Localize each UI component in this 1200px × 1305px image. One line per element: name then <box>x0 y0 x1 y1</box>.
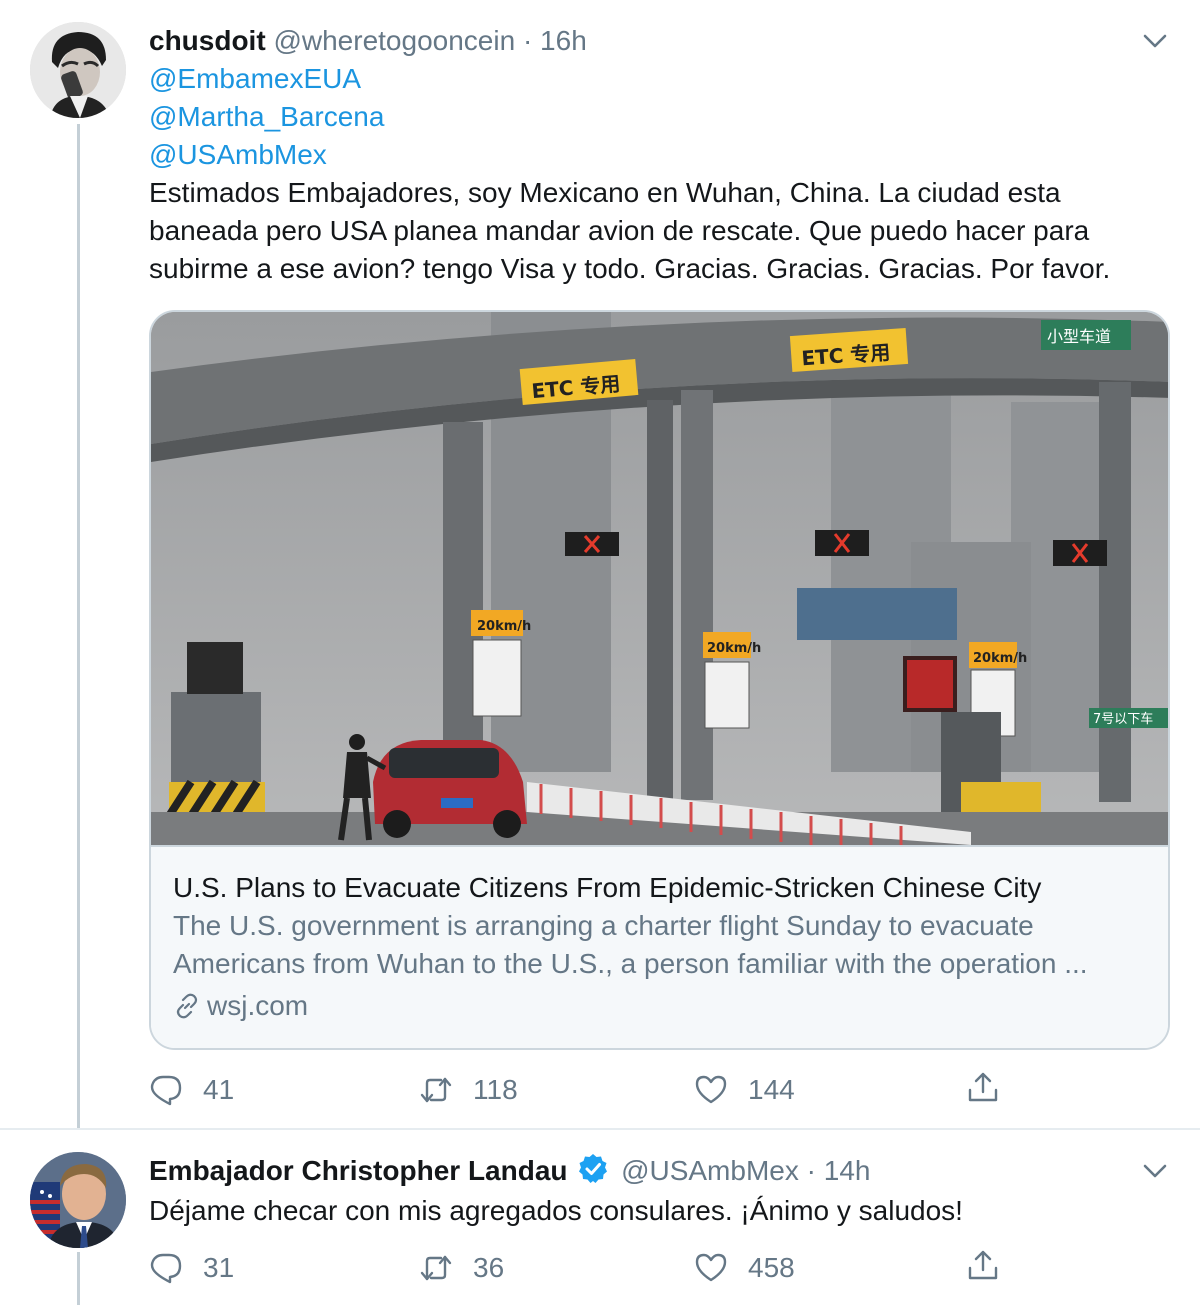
tweet-text: Déjame checar con mis agregados consular… <box>149 1195 963 1226</box>
lane-type-sign: 小型车道 <box>1047 327 1111 346</box>
share-icon <box>968 1072 998 1102</box>
tweet-chusdoit[interactable]: chusdoit @wheretogooncein · 16h @Embamex… <box>0 0 1200 1128</box>
verified-badge-icon <box>579 1154 608 1183</box>
heart-icon <box>695 1253 727 1282</box>
tweet-header: Embajador Christopher Landau @USAmbMex ·… <box>149 1152 870 1190</box>
tweet-text: Estimados Embajadores, soy Mexicano en W… <box>149 177 1111 284</box>
like-button[interactable]: 458 <box>694 1248 795 1288</box>
tweet-header: chusdoit @wheretogooncein · 16h <box>149 22 587 60</box>
reply-icon <box>150 1075 182 1106</box>
card-image[interactable]: ETC 专用 ETC 专用 小型车道 20km/h 20km/h 20km/h … <box>151 312 1168 845</box>
tweet-actions: 41 118 144 <box>149 1070 1029 1110</box>
retweet-button[interactable]: 118 <box>419 1070 518 1110</box>
chevron-down-icon[interactable] <box>1140 26 1170 56</box>
toll-plaza-photo: ETC 专用 ETC 专用 小型车道 20km/h 20km/h 20km/h … <box>151 312 1168 845</box>
tweet-landau[interactable]: Embajador Christopher Landau @USAmbMex ·… <box>0 1128 1200 1305</box>
retweet-icon <box>420 1255 452 1281</box>
mention-link[interactable]: @Martha_Barcena <box>149 98 384 136</box>
card-title[interactable]: U.S. Plans to Evacuate Citizens From Epi… <box>173 869 1146 907</box>
retweet-icon <box>420 1077 452 1103</box>
mention-link[interactable]: @USAmbMex <box>149 136 384 174</box>
reply-button[interactable]: 31 <box>149 1248 234 1288</box>
retweet-count: 36 <box>473 1252 505 1283</box>
share-icon <box>968 1250 998 1280</box>
chevron-down-icon[interactable] <box>1140 1156 1170 1186</box>
display-name[interactable]: Embajador Christopher Landau <box>149 1155 568 1186</box>
mention-link[interactable]: @EmbamexEUA <box>149 60 384 98</box>
avatar-photo-icon <box>30 22 126 118</box>
timestamp[interactable]: 16h <box>540 25 587 56</box>
reply-button[interactable]: 41 <box>149 1070 234 1110</box>
avatar[interactable] <box>30 1152 126 1248</box>
speed-sign: 20km/h <box>973 651 1027 666</box>
card-body[interactable]: U.S. Plans to Evacuate Citizens From Epi… <box>151 845 1168 1048</box>
reply-icon <box>150 1253 182 1284</box>
reply-count: 41 <box>203 1074 235 1105</box>
user-handle[interactable]: @USAmbMex <box>621 1155 799 1186</box>
share-button[interactable] <box>966 1070 1000 1104</box>
link-icon <box>176 993 198 1019</box>
separator-dot: · <box>806 1155 816 1186</box>
link-card[interactable]: ETC 专用 ETC 专用 小型车道 20km/h 20km/h 20km/h … <box>149 310 1170 1050</box>
speed-sign: 20km/h <box>707 641 761 656</box>
reply-count: 31 <box>203 1252 235 1283</box>
card-domain-text[interactable]: wsj.com <box>207 987 308 1025</box>
lane-sign: 7号以下车 <box>1093 711 1153 727</box>
separator-dot: · <box>522 25 533 56</box>
tweet-actions: 31 36 458 <box>149 1248 1029 1288</box>
display-name[interactable]: chusdoit <box>149 25 266 56</box>
like-button[interactable]: 144 <box>694 1070 795 1110</box>
like-count: 144 <box>748 1074 795 1105</box>
like-count: 458 <box>748 1252 795 1283</box>
share-button[interactable] <box>966 1248 1000 1282</box>
retweet-count: 118 <box>473 1074 518 1105</box>
avatar[interactable] <box>30 22 126 118</box>
avatar-photo-icon <box>30 1152 126 1248</box>
card-description: The U.S. government is arranging a chart… <box>173 910 1088 979</box>
timestamp[interactable]: 14h <box>824 1155 871 1186</box>
mentions-list: @EmbamexEUA @Martha_Barcena @USAmbMex <box>149 60 384 174</box>
user-handle[interactable]: @wheretogooncein <box>273 25 515 56</box>
retweet-button[interactable]: 36 <box>419 1248 504 1288</box>
speed-sign: 20km/h <box>477 619 531 634</box>
card-domain[interactable]: wsj.com <box>173 987 1146 1025</box>
heart-icon <box>695 1075 727 1104</box>
